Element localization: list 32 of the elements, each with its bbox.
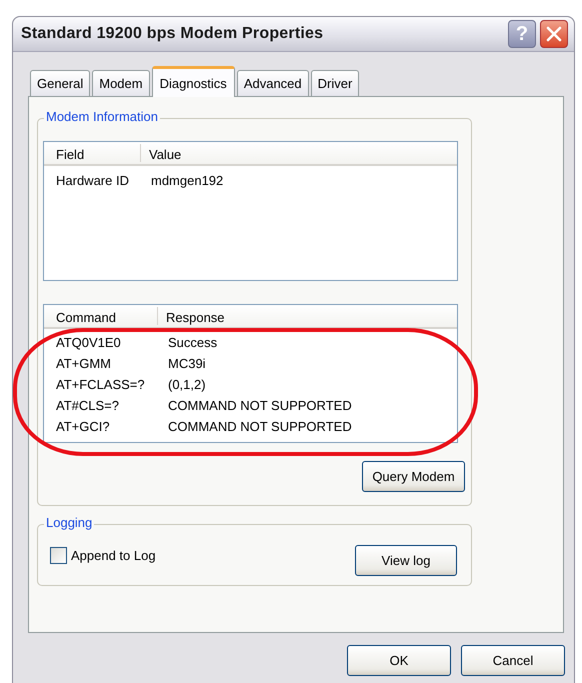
tab[interactable]: Diagnostics: [152, 66, 235, 97]
checkbox[interactable]: [50, 547, 67, 564]
tab[interactable]: Advanced: [236, 70, 309, 96]
table-cell-text: AT#CLS=?: [55, 398, 120, 413]
window-title: Standard 19200 bps Modem Properties: [21, 25, 324, 43]
table-cell-text: AT+GCI?: [55, 419, 111, 434]
table-cell-text: (0,1,2): [167, 377, 206, 392]
column-header[interactable]: Field: [44, 144, 141, 162]
close-icon: [546, 26, 562, 42]
tab[interactable]: Driver: [310, 70, 360, 96]
cancel-button[interactable]: Cancel: [461, 645, 565, 676]
table-cell-text: MC39i: [167, 356, 206, 371]
table-cell-text: Success: [167, 335, 218, 350]
close-button[interactable]: [540, 20, 568, 48]
table-cell-text: Hardware ID: [55, 173, 130, 188]
checkbox-label: Append to Log: [71, 548, 156, 563]
group-title: Modem Information: [44, 109, 160, 124]
table-cell-text: COMMAND NOT SUPPORTED: [167, 419, 352, 434]
group-title: Logging: [44, 515, 94, 530]
table-cell-text: AT+FCLASS=?: [55, 377, 146, 392]
tab[interactable]: Modem: [92, 70, 150, 96]
column-header[interactable]: Command: [44, 307, 158, 325]
column-header[interactable]: Response: [158, 307, 457, 325]
table-cell-text: mdmgen192: [150, 173, 224, 188]
query-modem-button[interactable]: Query Modem: [362, 461, 465, 492]
tab[interactable]: General: [30, 70, 90, 96]
ok-button[interactable]: OK: [347, 645, 451, 676]
column-header[interactable]: Value: [141, 144, 457, 162]
table-cell-text: COMMAND NOT SUPPORTED: [167, 398, 352, 413]
table-cell-text: ATQ0V1E0: [55, 335, 122, 350]
table-cell-text: AT+GMM: [55, 356, 112, 371]
view-log-button[interactable]: View log: [355, 545, 457, 576]
